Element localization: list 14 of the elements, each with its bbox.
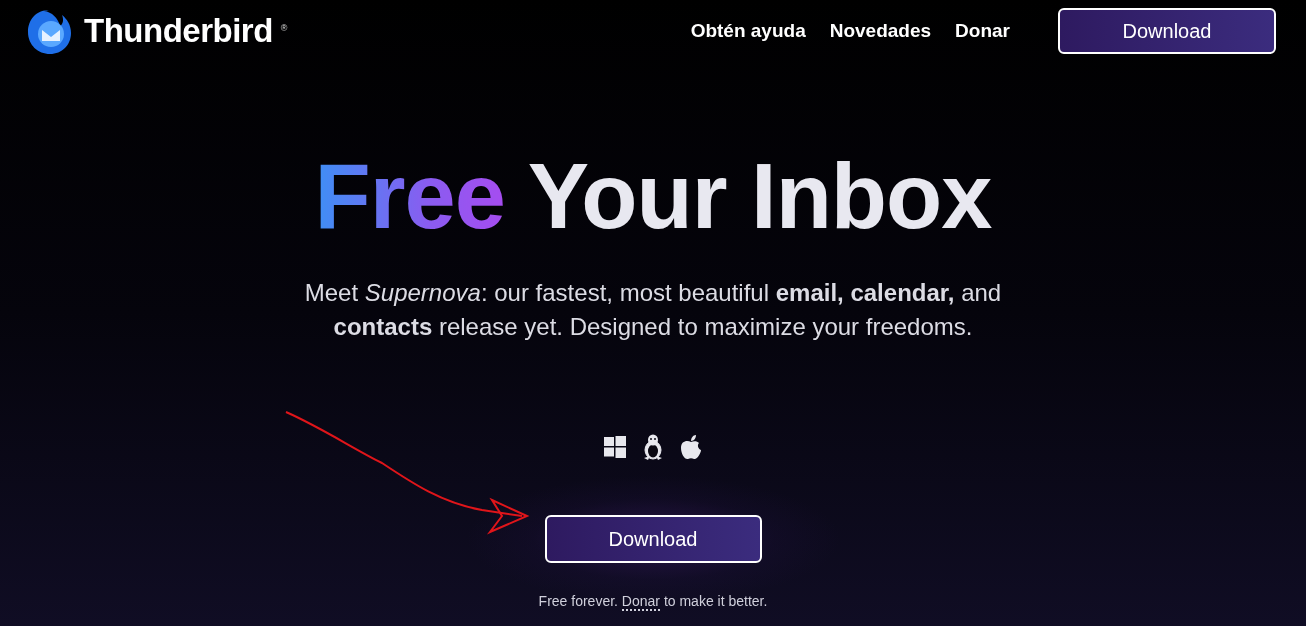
donate-link[interactable]: Donar — [621, 593, 660, 611]
brand-name[interactable]: Thunderbird — [84, 6, 273, 56]
registered-mark: ® — [280, 22, 288, 35]
hero-subtitle: Meet Supernova: our fastest, most beautiful email, calendar, and contacts release yet. Designed to maximize your freedoms. — [303, 278, 1003, 342]
nav-link[interactable]: Obtén ayuda — [690, 16, 806, 46]
apple-icon[interactable] — [680, 434, 702, 460]
download-button[interactable]: Download — [544, 515, 762, 563]
headline: Your Inbox — [527, 145, 992, 247]
windows-icon[interactable] — [604, 436, 626, 458]
penguin-icon[interactable] — [642, 434, 664, 460]
download-button[interactable]: Download — [1058, 8, 1276, 54]
footnote: Free forever. Donar to make it better. — [538, 592, 768, 612]
nav-link[interactable]: Novedades — [829, 16, 932, 46]
nav-link[interactable]: Donar — [955, 16, 1010, 46]
